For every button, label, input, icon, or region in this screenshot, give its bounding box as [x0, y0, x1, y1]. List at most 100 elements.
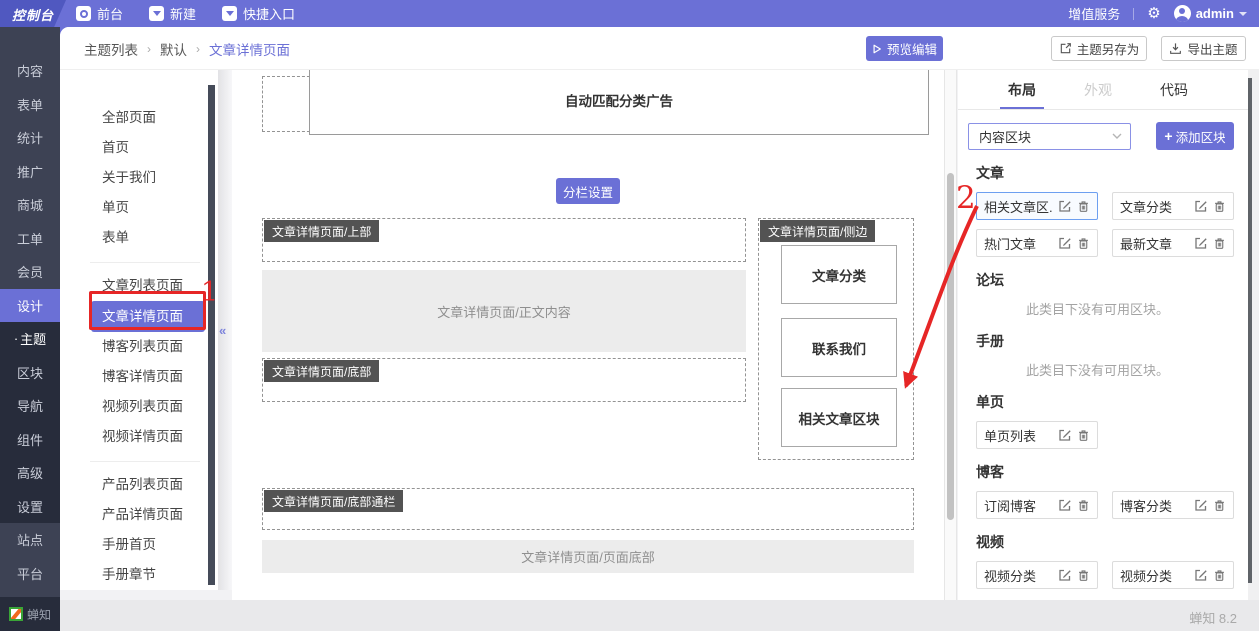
ad-region[interactable]: 自动匹配分类广告 — [262, 70, 929, 135]
breadcrumb-separator: › — [147, 41, 151, 56]
page-item-product-list[interactable]: 产品列表页面 — [60, 470, 218, 500]
column-settings-button[interactable]: 分栏设置 — [556, 178, 620, 204]
sidebar-item-form[interactable]: 表单 — [0, 88, 60, 122]
sidebar-item-block[interactable]: 区块 — [0, 356, 60, 390]
sidebar-item-platform[interactable]: 平台 — [0, 557, 60, 591]
chip-blog-category[interactable]: 博客分类 — [1112, 491, 1234, 519]
frontend-menu-item[interactable]: 前台 — [76, 4, 123, 23]
add-block-button[interactable]: + 添加区块 — [1156, 122, 1234, 150]
topbar-menu: 前台 新建 快捷入口 — [76, 4, 295, 23]
side-block-related-articles[interactable]: 相关文章区块 — [781, 388, 897, 447]
chip-hot-articles[interactable]: 热门文章 — [976, 229, 1098, 257]
panel-scrollbar[interactable] — [1248, 70, 1259, 600]
page-item-product-detail[interactable]: 产品详情页面 — [60, 500, 218, 530]
page-item-about[interactable]: 关于我们 — [60, 163, 218, 193]
trash-icon[interactable] — [1077, 429, 1090, 442]
breadcrumb-default[interactable]: 默认 — [160, 39, 187, 59]
sidebar-item-site[interactable]: 站点 — [0, 523, 60, 557]
trash-icon[interactable] — [1077, 237, 1090, 250]
divider — [90, 461, 200, 462]
edit-icon[interactable] — [1058, 568, 1072, 582]
page-item-form[interactable]: 表单 — [60, 223, 218, 253]
page-item-video-detail[interactable]: 视频详情页面 — [60, 422, 218, 452]
sidebar-item-stats[interactable]: 统计 — [0, 121, 60, 155]
chip-video-category-1[interactable]: 视频分类 — [976, 561, 1098, 589]
chip-video-category-2[interactable]: 视频分类 — [1112, 561, 1234, 589]
region-main-content[interactable]: 文章详情页面/正文内容 — [262, 270, 746, 352]
edit-icon[interactable] — [1194, 199, 1208, 213]
page-list-scrollbar[interactable] — [208, 85, 215, 585]
export-theme-button[interactable]: 导出主题 — [1161, 36, 1246, 61]
save-theme-as-button[interactable]: 主题另存为 — [1051, 36, 1147, 61]
sidebar-item-content[interactable]: 内容 — [0, 54, 60, 88]
tab-code[interactable]: 代码 — [1136, 70, 1212, 109]
edit-icon[interactable] — [1058, 498, 1072, 512]
edit-icon[interactable] — [1194, 498, 1208, 512]
edit-icon[interactable] — [1194, 236, 1208, 250]
trash-icon[interactable] — [1077, 200, 1090, 213]
edit-icon[interactable] — [1058, 236, 1072, 250]
tab-appearance[interactable]: 外观 — [1060, 70, 1136, 109]
panel-scrollbar-thumb[interactable] — [1248, 78, 1252, 583]
page-item-video-list[interactable]: 视频列表页面 — [60, 392, 218, 422]
edit-icon[interactable] — [1058, 428, 1072, 442]
block-category-select[interactable]: 内容区块 — [968, 122, 1131, 150]
sidebar-item-ticket[interactable]: 工单 — [0, 222, 60, 256]
canvas-scrollbar[interactable] — [944, 70, 957, 600]
sidebar-item-advanced[interactable]: 高级 — [0, 456, 60, 490]
quick-entry-menu-item[interactable]: 快捷入口 — [222, 4, 295, 23]
sidebar-item-mall[interactable]: 商城 — [0, 188, 60, 222]
user-menu[interactable]: admin — [1173, 5, 1247, 22]
caret-down-icon — [222, 6, 238, 21]
sidebar-item-component[interactable]: 组件 — [0, 423, 60, 457]
trash-icon[interactable] — [1213, 237, 1226, 250]
trash-icon[interactable] — [1077, 569, 1090, 582]
chip-related-articles[interactable]: 相关文章区... — [976, 192, 1098, 220]
value-added-service-link[interactable]: 增值服务 — [1068, 4, 1120, 23]
chip-subscribe-blog[interactable]: 订阅博客 — [976, 491, 1098, 519]
page-item-single[interactable]: 单页 — [60, 193, 218, 223]
region-page-footer[interactable]: 文章详情页面/页面底部 — [262, 540, 914, 573]
side-block-article-category[interactable]: 文章分类 — [781, 245, 897, 304]
page-item-article-list[interactable]: 文章列表页面 — [60, 271, 218, 301]
ad-block[interactable]: 自动匹配分类广告 — [309, 70, 929, 135]
region-top[interactable]: 文章详情页面/上部 — [262, 218, 746, 262]
page-item-article-detail[interactable]: 文章详情页面 — [91, 301, 205, 332]
region-side[interactable]: 文章详情页面/侧边 文章分类 联系我们 相关文章区块 — [758, 218, 914, 460]
tab-layout[interactable]: 布局 — [984, 70, 1060, 109]
side-block-contact-us[interactable]: 联系我们 — [781, 318, 897, 377]
sidebar-item-design[interactable]: 设计 — [0, 288, 60, 322]
sidebar-item-member[interactable]: 会员 — [0, 255, 60, 289]
page-item-blog-detail[interactable]: 博客详情页面 — [60, 362, 218, 392]
trash-icon[interactable] — [1213, 569, 1226, 582]
trash-icon[interactable] — [1213, 499, 1226, 512]
breadcrumb: 主题列表 › 默认 › 文章详情页面 — [84, 27, 290, 70]
chip-latest-articles[interactable]: 最新文章 — [1112, 229, 1234, 257]
breadcrumb-theme-list[interactable]: 主题列表 — [84, 39, 138, 59]
edit-icon[interactable] — [1194, 568, 1208, 582]
region-bottom[interactable]: 文章详情页面/底部 — [262, 358, 746, 402]
trash-icon[interactable] — [1077, 499, 1090, 512]
page-item-manual-chapter[interactable]: 手册章节 — [60, 560, 218, 590]
create-menu-item[interactable]: 新建 — [149, 4, 196, 23]
chip-article-category[interactable]: 文章分类 — [1112, 192, 1234, 220]
region-bottom-bar[interactable]: 文章详情页面/底部通栏 — [262, 488, 914, 530]
page-item-all[interactable]: 全部页面 — [60, 103, 218, 133]
gear-icon[interactable]: ⚙ — [1147, 6, 1160, 21]
app-logo-label: 控制台 — [11, 8, 54, 23]
preview-edit-button[interactable]: 预览编辑 — [866, 36, 943, 61]
trash-icon[interactable] — [1213, 200, 1226, 213]
sidebar-item-promotion[interactable]: 推广 — [0, 155, 60, 189]
canvas-scrollbar-thumb[interactable] — [947, 173, 954, 520]
sidebar-item-settings[interactable]: 设置 — [0, 490, 60, 524]
app-logo[interactable]: 控制台 — [0, 0, 66, 27]
chip-page-list[interactable]: 单页列表 — [976, 421, 1098, 449]
page-item-home[interactable]: 首页 — [60, 133, 218, 163]
page-item-blog-list[interactable]: 博客列表页面 — [60, 332, 218, 362]
breadcrumb-bar: 主题列表 › 默认 › 文章详情页面 预览编辑 主题另存为 导出主题 — [60, 27, 1259, 70]
edit-icon[interactable] — [1058, 199, 1072, 213]
collapse-panel-toggle[interactable]: « — [219, 323, 226, 338]
page-item-manual-home[interactable]: 手册首页 — [60, 530, 218, 560]
sidebar-item-theme[interactable]: · 主题 — [0, 322, 60, 356]
sidebar-item-nav[interactable]: 导航 — [0, 389, 60, 423]
